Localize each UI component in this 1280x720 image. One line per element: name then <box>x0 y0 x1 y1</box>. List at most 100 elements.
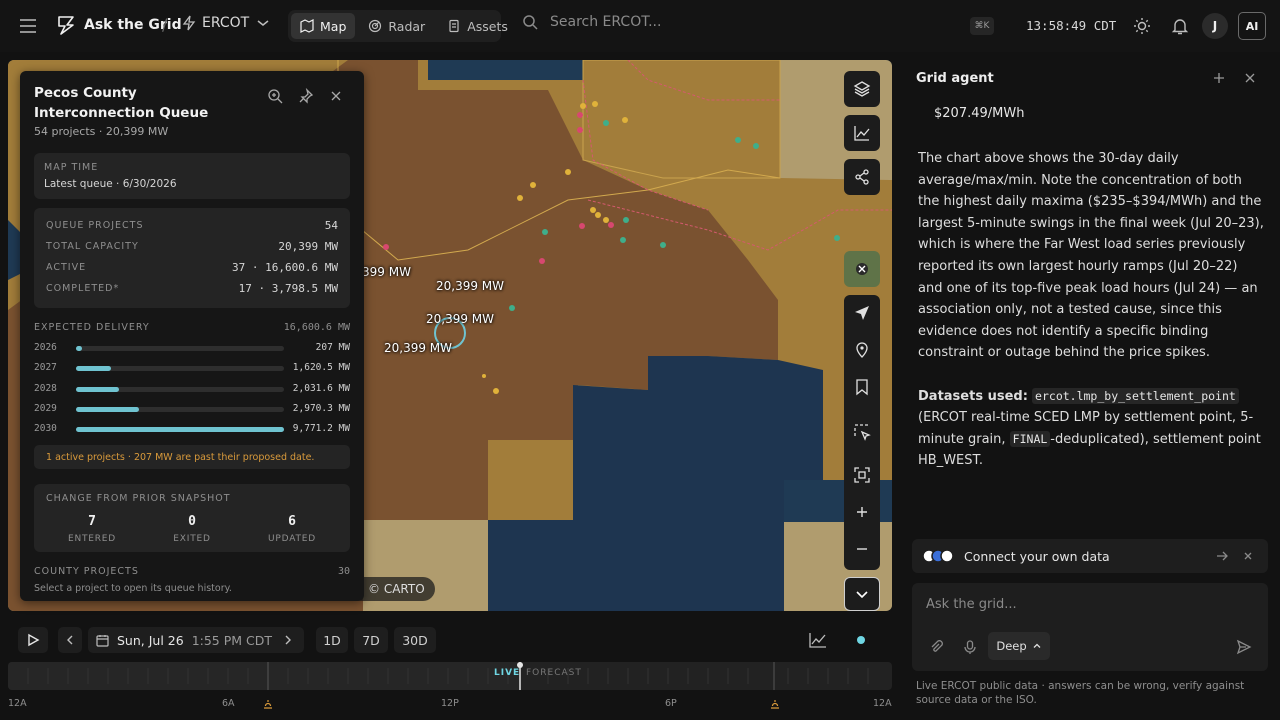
sunset-icon <box>771 700 779 709</box>
connect-data-banner[interactable]: Connect your own data <box>912 539 1268 573</box>
date-picker[interactable]: Sun, Jul 26 1:55 PM CDT <box>88 627 304 653</box>
tab-assets[interactable]: Assets <box>438 13 517 39</box>
send-icon[interactable] <box>1236 639 1252 655</box>
timeline-track[interactable]: LIVE FORECAST <box>8 662 892 690</box>
capacity-label: 20,399 MW <box>426 312 495 326</box>
map-time-card: MAP TIME Latest queue · 6/30/2026 <box>34 153 350 199</box>
stat-value: 17 · 3,798.5 MW <box>238 282 338 295</box>
range-30d-button[interactable]: 30D <box>394 627 436 653</box>
map-time-label: MAP TIME <box>44 162 99 173</box>
delivery-total: 16,600.6 MW <box>283 322 350 333</box>
agent-message: The chart above shows the 30-day daily a… <box>918 148 1266 494</box>
play-button[interactable] <box>18 627 48 653</box>
shortcut-badge: ⌘K <box>970 17 994 35</box>
county-projects-label: COUNTY PROJECTS <box>34 566 139 577</box>
close-icon[interactable] <box>328 88 344 104</box>
layers-button[interactable] <box>844 71 880 107</box>
disclaimer: Live ERCOT public data · answers can be … <box>916 680 1245 706</box>
close-icon[interactable] <box>1242 550 1254 562</box>
chart-toggle-icon[interactable] <box>809 632 827 648</box>
range-7d-button[interactable]: 7D <box>354 627 388 653</box>
attach-icon[interactable] <box>928 639 944 655</box>
zoom-in-icon[interactable] <box>267 88 283 104</box>
top-bar: Ask the Grid / ERCOT Map Radar Assets Se… <box>0 0 1280 52</box>
iso-selector[interactable]: ERCOT <box>182 15 271 31</box>
share-icon <box>855 169 869 185</box>
navigate-icon[interactable] <box>853 304 871 322</box>
fit-bounds-icon[interactable] <box>853 466 871 484</box>
connect-label: Connect your own data <box>964 548 1110 564</box>
stat-label: COMPLETED* <box>46 283 120 294</box>
tab-radar[interactable]: Radar <box>359 13 434 39</box>
zoom-out-icon[interactable] <box>853 540 871 558</box>
menu-icon[interactable] <box>18 17 38 35</box>
plus-icon[interactable] <box>1212 71 1226 85</box>
chart-button[interactable] <box>844 115 880 151</box>
mode-selector[interactable]: Deep <box>988 632 1050 660</box>
change-type: EXITED <box>173 534 211 544</box>
pin-icon[interactable] <box>298 88 314 104</box>
timeline-ticks <box>8 662 869 690</box>
dataset-code: ercot.lmp_by_settlement_point <box>1032 387 1239 404</box>
tick-label: 6P <box>665 698 677 709</box>
location-pin-icon[interactable] <box>853 341 871 359</box>
calendar-icon <box>96 634 109 647</box>
delivery-track <box>76 346 284 351</box>
sun-icon[interactable] <box>1132 16 1152 36</box>
ask-input[interactable]: Ask the grid... <box>926 597 1017 612</box>
change-label: CHANGE FROM PRIOR SNAPSHOT <box>46 493 231 504</box>
capacity-label: 20,399 MW <box>436 279 505 293</box>
bell-icon[interactable] <box>1170 16 1190 36</box>
delivery-year: 2030 <box>34 423 57 435</box>
datasets-label: Datasets used: <box>918 388 1028 404</box>
select-area-icon[interactable] <box>853 423 871 441</box>
stat-value: 54 <box>324 219 338 232</box>
tick-label: 6A <box>222 698 235 709</box>
live-label: LIVE <box>494 668 521 678</box>
change-count: 0 <box>188 514 196 529</box>
ai-agent-button[interactable]: AI <box>1238 12 1266 40</box>
bookmark-icon[interactable] <box>853 378 871 396</box>
stat-label: ACTIVE <box>46 262 87 273</box>
microphone-icon[interactable] <box>962 639 978 655</box>
delivery-value: 2,031.6 MW <box>292 382 350 394</box>
tab-map[interactable]: Map <box>291 13 356 39</box>
county-projects-hint: Select a project to open its queue histo… <box>34 583 232 594</box>
clock: 13:58:49 CDT <box>1026 18 1117 33</box>
share-button[interactable] <box>844 159 880 195</box>
delivery-bar <box>76 427 284 433</box>
dataset-code-final: FINAL <box>1009 430 1051 447</box>
range-1d-button[interactable]: 1D <box>316 627 348 653</box>
close-icon[interactable] <box>1243 71 1257 85</box>
delivery-year: 2028 <box>34 382 57 394</box>
delivery-year: 2027 <box>34 362 57 374</box>
change-card: CHANGE FROM PRIOR SNAPSHOT 7 ENTERED 0 EXI… <box>34 484 350 552</box>
tick-label: 12A <box>873 698 892 709</box>
search-bar[interactable]: Search ERCOT... <box>522 14 661 30</box>
change-updated: 6 UPDATED <box>242 514 342 544</box>
delivery-year: 2029 <box>34 402 57 414</box>
tick-label: 12P <box>441 698 459 709</box>
delivery-year: 2026 <box>34 342 57 353</box>
next-day-button[interactable] <box>276 627 300 653</box>
zoom-in-icon[interactable] <box>853 503 871 521</box>
capacity-label: 399 MW <box>362 265 411 279</box>
stat-label: TOTAL CAPACITY <box>46 241 139 252</box>
agent-title: Grid agent <box>916 71 994 86</box>
agent-panel: Grid agent $207.49/MWh The chart above s… <box>900 52 1280 720</box>
delivery-bar <box>76 346 82 351</box>
queue-panel: Pecos County Interconnection Queue 54 pr… <box>20 71 364 601</box>
county-projects-header: COUNTY PROJECTS 30 <box>34 566 350 577</box>
chart-icon <box>854 126 870 141</box>
chevron-right-icon <box>285 635 291 645</box>
stat-row: TOTAL CAPACITY 20,399 MW <box>46 240 338 253</box>
collapse-timeline-button[interactable] <box>844 577 880 611</box>
prev-day-button[interactable] <box>58 627 82 653</box>
forecast-label: FORECAST <box>526 668 582 678</box>
basemap-toggle[interactable] <box>844 251 880 287</box>
arrow-right-icon[interactable] <box>1215 549 1229 563</box>
search-input[interactable]: Search ERCOT... <box>550 14 661 30</box>
chevron-left-icon <box>67 635 73 645</box>
avatar[interactable]: J <box>1202 13 1228 39</box>
tick-label: 12A <box>8 698 27 709</box>
